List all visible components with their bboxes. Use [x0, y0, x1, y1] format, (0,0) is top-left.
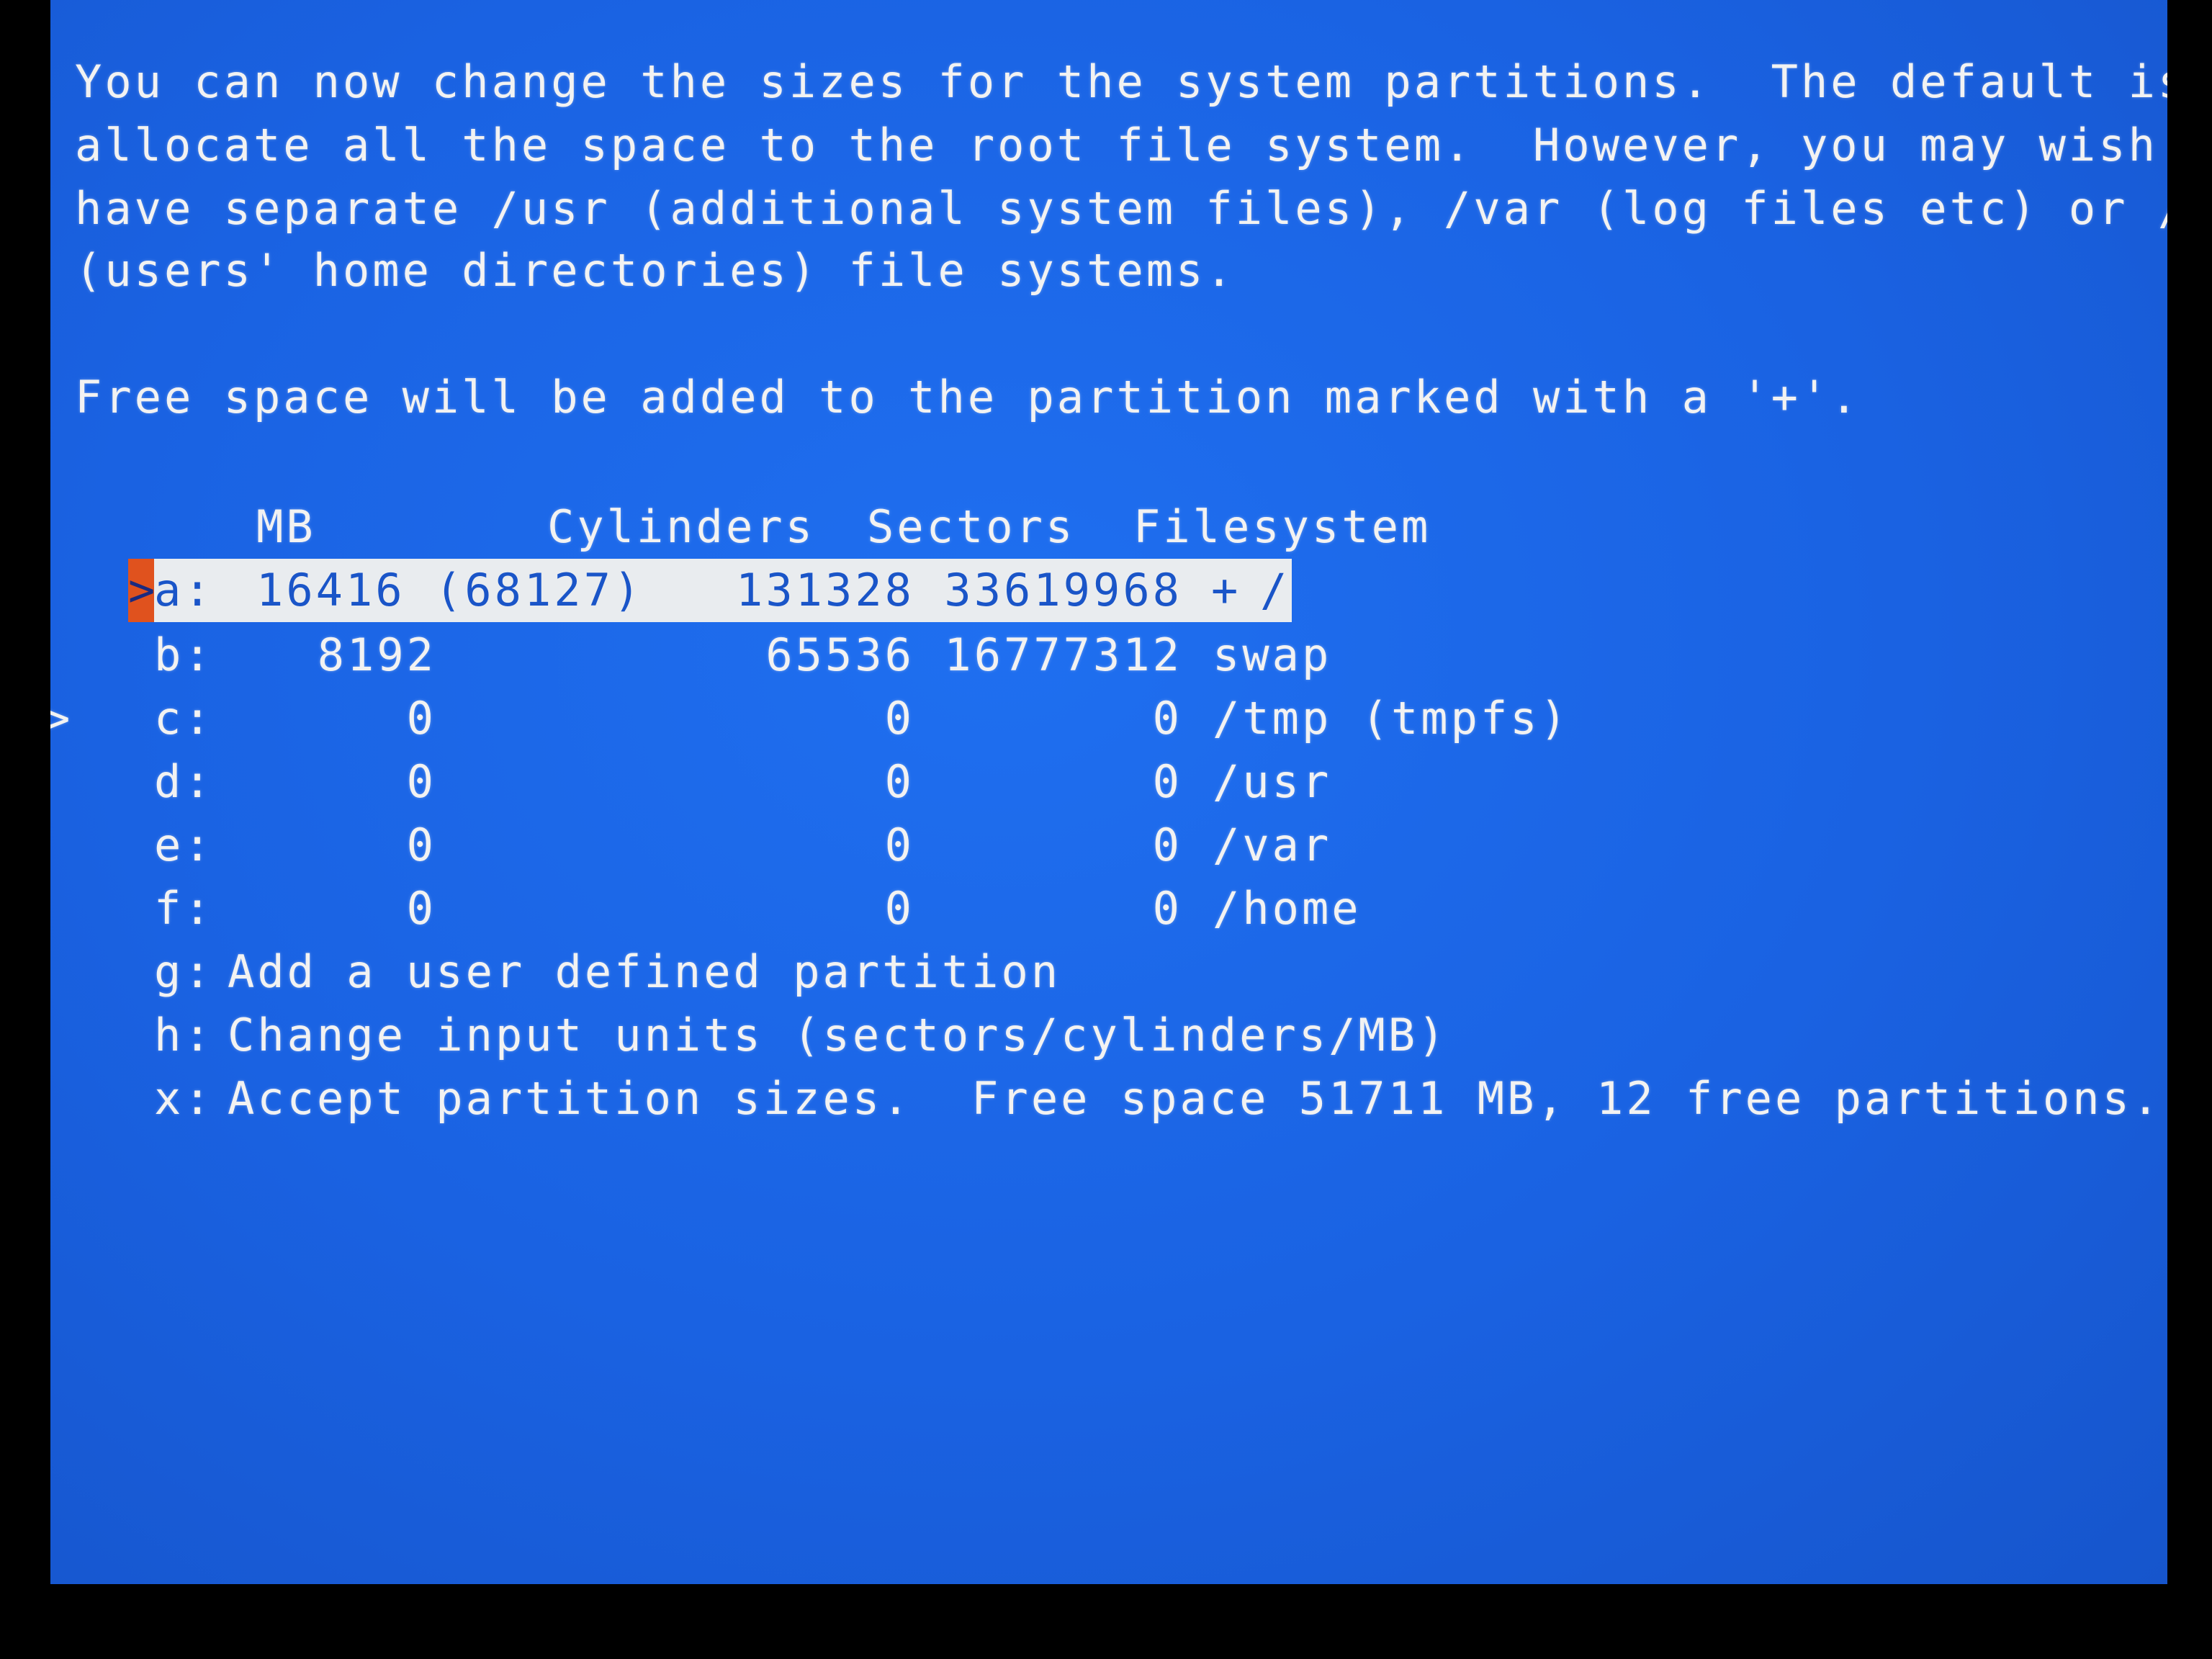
partition-mb: 0 — [406, 819, 436, 871]
partition-row-a[interactable]: a: 16416 (68127) 131328 33619968 + / — [50, 559, 2167, 622]
partition-row-e[interactable]: e: 0 0 0 /var — [50, 814, 2167, 877]
partition-mb: 0 — [406, 882, 436, 935]
partition-cylinders: 65536 — [765, 629, 914, 681]
partition-key: b: — [154, 629, 214, 681]
header-filesystem: Filesystem — [1133, 500, 1431, 553]
installer-screen: You can now change the sizes for the sys… — [50, 0, 2167, 1584]
table-header-row: MB Cylinders Sectors Filesystem — [50, 495, 2167, 559]
partition-filesystem: /usr — [1213, 755, 1332, 808]
partition-cylinders: 0 — [884, 755, 914, 808]
partition-cylinders: 0 — [884, 882, 914, 935]
intro-line-3: have separate /usr (additional system fi… — [75, 182, 2167, 235]
intro-line-1: You can now change the sizes for the sys… — [75, 55, 2167, 108]
option-label: Add a user defined partition — [228, 945, 1061, 998]
partition-flag: + — [1211, 564, 1241, 616]
partition-filesystem: swap — [1213, 629, 1332, 681]
free-space-note: Free space will be added to the partitio… — [75, 371, 1861, 423]
partition-sectors: 0 — [1152, 819, 1182, 871]
partition-row-f[interactable]: f: 0 0 0 /home — [50, 877, 2167, 940]
partition-sectors: 33619968 — [944, 564, 1182, 616]
partition-sectors: 16777312 — [944, 629, 1182, 681]
partition-key: a: — [154, 564, 214, 616]
option-accept-sizes[interactable]: x: Accept partition sizes. Free space 51… — [50, 1067, 2167, 1130]
partition-cylinders: 0 — [884, 692, 914, 745]
option-label: Change input units (sectors/cylinders/MB… — [228, 1009, 1448, 1061]
partition-key: e: — [154, 819, 214, 871]
partition-mb: 8192 — [317, 629, 436, 681]
partition-mb: 16416 (68127) — [256, 564, 644, 616]
partition-filesystem: / — [1260, 564, 1290, 616]
option-key: x: — [154, 1072, 214, 1125]
partition-filesystem: /tmp (tmpfs) — [1213, 692, 1570, 745]
partition-key: d: — [154, 755, 214, 808]
partition-key: f: — [154, 882, 214, 935]
partition-sectors: 0 — [1152, 755, 1182, 808]
partition-key: c: — [154, 692, 214, 745]
partition-filesystem: /home — [1213, 882, 1362, 935]
option-change-units[interactable]: h: Change input units (sectors/cylinders… — [50, 1004, 2167, 1067]
option-label: Accept partition sizes. Free space 51711… — [228, 1072, 2162, 1125]
partition-sectors: 0 — [1152, 882, 1182, 935]
partition-filesystem: /var — [1213, 819, 1332, 871]
partition-row-c[interactable]: c: 0 0 0 /tmp (tmpfs) — [50, 687, 2167, 750]
option-key: h: — [154, 1009, 214, 1061]
partition-sectors: 0 — [1152, 692, 1182, 745]
partition-row-b[interactable]: b: 8192 65536 16777312 swap — [50, 624, 2167, 687]
intro-line-4: (users' home directories) file systems. — [75, 244, 1236, 297]
header-cylinders: Cylinders — [547, 500, 815, 553]
partition-cylinders: 131328 — [736, 564, 914, 616]
intro-line-2: allocate all the space to the root file … — [75, 119, 2167, 171]
partition-mb: 0 — [406, 692, 436, 745]
partition-mb: 0 — [406, 755, 436, 808]
option-key: g: — [154, 945, 214, 998]
header-mb: MB — [256, 500, 316, 553]
partition-cylinders: 0 — [884, 819, 914, 871]
header-sectors: Sectors — [867, 500, 1076, 553]
partition-row-d[interactable]: d: 0 0 0 /usr — [50, 750, 2167, 814]
option-add-partition[interactable]: g: Add a user defined partition — [50, 940, 2167, 1004]
